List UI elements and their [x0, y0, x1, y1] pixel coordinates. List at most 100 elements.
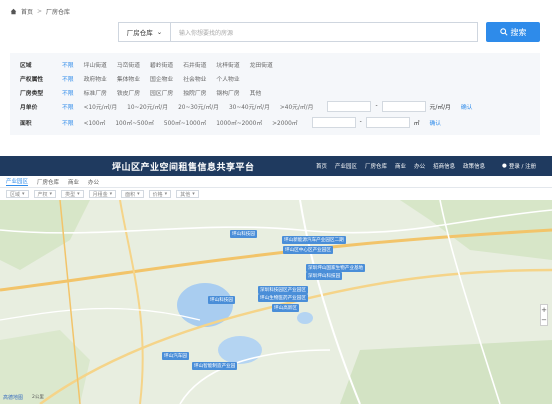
map-filter-dropdown[interactable]: 价格 ▾	[148, 190, 172, 198]
tab-commercial[interactable]: 商业	[68, 178, 79, 186]
nav-item[interactable]: 办公	[414, 162, 425, 170]
chevron-down-icon: ▾	[77, 191, 80, 197]
filter-option[interactable]: 碧岭街道	[150, 60, 173, 69]
filter-option[interactable]: 不限	[62, 88, 74, 97]
map-filter-label: 月租金	[92, 191, 108, 198]
user-login[interactable]: ● 登录 / 注册	[502, 162, 536, 170]
breadcrumb-home[interactable]: 首页	[21, 7, 33, 16]
filter-option[interactable]: 坑梓街道	[216, 60, 239, 69]
property-type-select[interactable]: 厂房仓库 ⌄	[118, 22, 170, 42]
zoom-control[interactable]: + −	[540, 304, 548, 326]
filter-option[interactable]: <10元/㎡/月	[84, 102, 118, 111]
map-filter-bar: 区域 ▾ 产权 ▾ 类型 ▾ 月租金 ▾ 面积 ▾ 价格 ▾ 其他 ▾	[0, 188, 552, 200]
map-marker[interactable]: 深圳科技园区产业园区	[258, 286, 308, 294]
filter-option[interactable]: 龙田街道	[250, 60, 273, 69]
map-filter-dropdown[interactable]: 产权 ▾	[33, 190, 57, 198]
filter-option[interactable]: 坪山街道	[84, 60, 107, 69]
price-max-input[interactable]	[381, 100, 426, 112]
filter-option[interactable]: 不限	[62, 74, 74, 83]
filter-option[interactable]: <100㎡	[84, 118, 106, 127]
tab-industrial-park[interactable]: 产业园区	[6, 177, 29, 186]
filter-option[interactable]: 不限	[62, 102, 74, 111]
map-filter-dropdown[interactable]: 类型 ▾	[61, 190, 84, 198]
nav-item[interactable]: 商业	[395, 162, 406, 170]
range-separator: -	[375, 103, 378, 109]
login-link[interactable]: 登录 / 注册	[509, 162, 536, 170]
map-filter-label: 类型	[65, 191, 76, 198]
chevron-down-icon: ▾	[164, 191, 168, 197]
nav-item[interactable]: 产业园区	[335, 162, 357, 170]
user-icon: ●	[502, 163, 507, 169]
price-min-input[interactable]	[327, 100, 372, 112]
map-filter-dropdown[interactable]: 区域 ▾	[6, 190, 29, 198]
filter-option[interactable]: 社会物业	[183, 74, 206, 83]
filter-panel: 区域 不限 坪山街道 马峦街道 碧岭街道 石井街道 坑梓街道 龙田街道 产权属性…	[10, 53, 540, 135]
search-button[interactable]: 搜索	[486, 22, 540, 42]
map-filter-label: 产权	[37, 191, 48, 198]
map-platform-page: 坪山区产业空间租售信息共享平台 首页 产业园区 厂房仓库 商业 办公 招商信息 …	[0, 156, 552, 404]
nav-item[interactable]: 招商信息	[433, 162, 455, 170]
filter-option[interactable]: 不限	[62, 118, 74, 127]
map-marker[interactable]: 坪山智能制造产业园	[192, 362, 238, 370]
map-filter-label: 价格	[152, 191, 163, 198]
filter-option[interactable]: 政府物业	[84, 74, 107, 83]
filter-option[interactable]: 马峦街道	[117, 60, 140, 69]
map-marker[interactable]: 深圳坪山国家生物产业基地	[306, 264, 366, 272]
tab-office[interactable]: 办公	[88, 178, 99, 186]
search-input[interactable]: 输入你想要找的房源	[170, 22, 478, 42]
map-marker[interactable]: 坪山生物医药产业园区	[258, 294, 308, 302]
filter-option[interactable]: 500㎡~1000㎡	[164, 118, 206, 127]
chevron-down-icon: ⌄	[156, 28, 163, 36]
map-view[interactable]: 坪山科技园 坪山新能源汽车产业园区二期 坪山区中心区产业园区 深圳坪山国家生物产…	[0, 200, 552, 404]
filter-option[interactable]: 铁皮厂房	[117, 88, 140, 97]
map-marker[interactable]: 坪山高新区	[272, 304, 299, 312]
filter-option[interactable]: 1000㎡~2000㎡	[216, 118, 262, 127]
zoom-in-button[interactable]: +	[541, 306, 547, 314]
filter-option[interactable]: >2000㎡	[272, 118, 297, 127]
map-marker[interactable]: 坪山汽车园	[162, 352, 189, 360]
filter-option[interactable]: 集体物业	[117, 74, 140, 83]
home-icon[interactable]	[10, 8, 17, 15]
filter-option[interactable]: 园区厂房	[150, 88, 173, 97]
filter-option[interactable]: 标准厂房	[84, 88, 107, 97]
map-filter-label: 区域	[10, 191, 21, 198]
map-filter-dropdown[interactable]: 其他 ▾	[176, 190, 199, 198]
filter-label: 月单价	[20, 104, 38, 111]
size-max-input[interactable]	[365, 116, 410, 128]
filter-option[interactable]: 30~40元/㎡/月	[229, 102, 270, 111]
map-marker[interactable]: 坪山区中心区产业园区	[283, 246, 333, 254]
map-marker[interactable]: 坪山科技园	[230, 230, 257, 238]
filter-option[interactable]: 独院厂房	[183, 88, 206, 97]
tab-factory-warehouse[interactable]: 厂房仓库	[37, 178, 59, 186]
zoom-out-button[interactable]: −	[541, 316, 547, 324]
map-marker[interactable]: 深圳坪山科技园	[306, 272, 343, 280]
filter-option[interactable]: 不限	[62, 60, 74, 69]
map-filter-dropdown[interactable]: 面积 ▾	[121, 190, 144, 198]
filter-option[interactable]: 10~20元/㎡/月	[127, 102, 168, 111]
filter-option[interactable]: 国企物业	[150, 74, 173, 83]
filter-option[interactable]: 其他	[250, 88, 262, 97]
filter-option[interactable]: 20~30元/㎡/月	[178, 102, 219, 111]
map-filter-label: 面积	[125, 191, 136, 198]
size-confirm-button[interactable]: 确认	[430, 118, 442, 127]
filter-label: 区域	[20, 62, 32, 69]
map-filter-label: 其他	[180, 191, 191, 198]
filter-option[interactable]: 个人物业	[216, 74, 239, 83]
nav-item[interactable]: 厂房仓库	[365, 162, 387, 170]
nav-item[interactable]: 首页	[316, 162, 327, 170]
filter-option[interactable]: 100㎡~500㎡	[115, 118, 154, 127]
map-marker[interactable]: 坪山新能源汽车产业园区二期	[282, 236, 346, 244]
price-confirm-button[interactable]: 确认	[461, 102, 473, 111]
size-min-input[interactable]	[311, 116, 356, 128]
filter-row-type: 厂房类型 不限 标准厂房 铁皮厂房 园区厂房 独院厂房 钢构厂房 其他	[20, 87, 271, 97]
search-icon	[499, 28, 508, 36]
filter-option[interactable]: 石井街道	[183, 60, 206, 69]
search-bar: 厂房仓库 ⌄ 输入你想要找的房源	[118, 22, 478, 42]
map-marker[interactable]: 坪山科技园	[208, 296, 235, 304]
filter-option[interactable]: 钢构厂房	[216, 88, 239, 97]
nav-item[interactable]: 政策信息	[463, 162, 485, 170]
map-filter-dropdown[interactable]: 月租金 ▾	[88, 190, 117, 198]
chevron-down-icon: ▾	[137, 191, 140, 197]
property-search-page: 首页 > 厂房仓库 厂房仓库 ⌄ 输入你想要找的房源 搜索 区域 不限 坪山街道…	[0, 0, 552, 140]
filter-option[interactable]: >40元/㎡/月	[280, 102, 314, 111]
